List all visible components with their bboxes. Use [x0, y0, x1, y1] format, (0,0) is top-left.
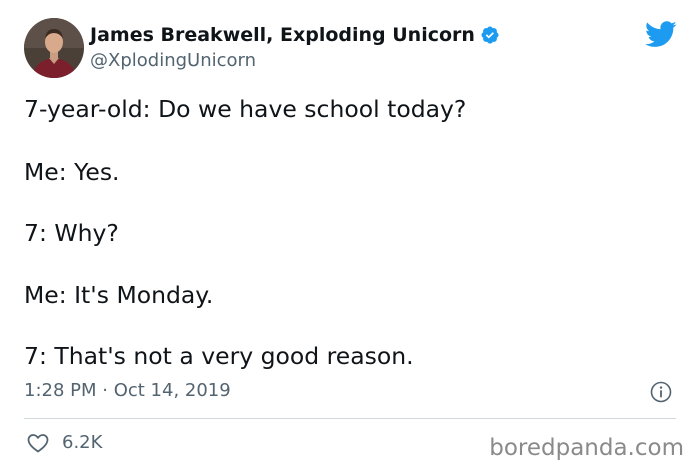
tweet-text-line: Me: It's Monday. [24, 281, 214, 309]
twitter-bird-icon[interactable] [645, 21, 677, 48]
tweet-text-line: 7-year-old: Do we have school today? [24, 95, 467, 123]
tweet-text-line: 7: Why? [24, 219, 119, 247]
tweet-timestamp[interactable]: 1:28 PM · Oct 14, 2019 [24, 379, 231, 403]
tweet-text-line: 7: That's not a very good reason. [24, 342, 414, 370]
info-icon[interactable] [650, 381, 672, 403]
tweet-text-line: Me: Yes. [24, 158, 120, 186]
author-handle[interactable]: @XplodingUnicorn [90, 50, 256, 71]
author-name-row[interactable]: James Breakwell, Exploding Unicorn [90, 22, 500, 48]
like-count: 6.2K [62, 432, 103, 453]
verified-badge-icon [480, 25, 500, 45]
avatar[interactable] [24, 18, 84, 78]
heart-icon[interactable] [26, 431, 50, 455]
divider [24, 418, 676, 419]
watermark: boredpanda.com [489, 435, 684, 461]
author-display-name[interactable]: James Breakwell, Exploding Unicorn [90, 24, 475, 46]
